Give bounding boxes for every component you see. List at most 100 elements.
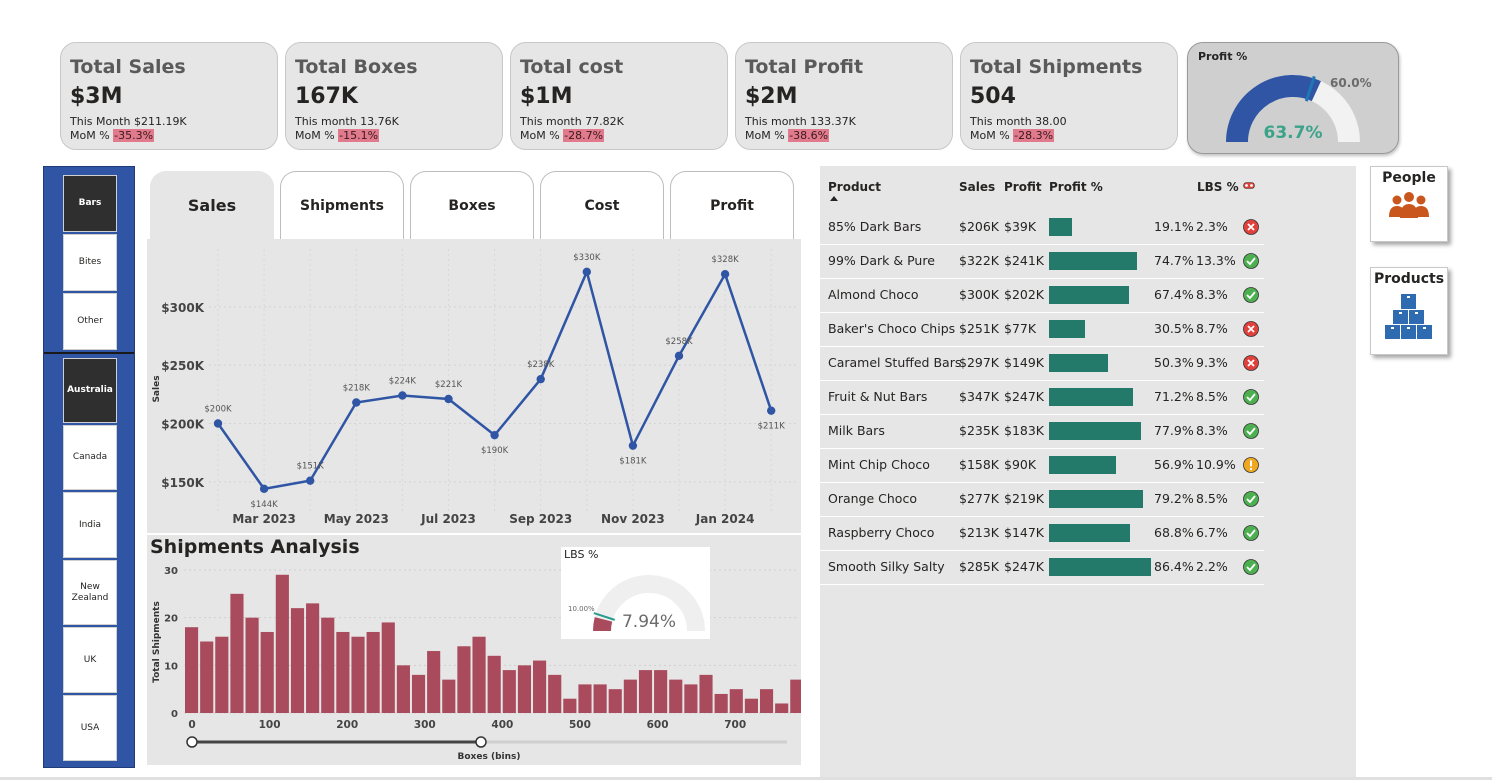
- country-slicer-india[interactable]: India: [63, 492, 117, 558]
- col-header-product[interactable]: Product: [828, 180, 881, 194]
- cell-product: Orange Choco: [828, 491, 917, 506]
- sales-data-label: $238K: [527, 360, 555, 370]
- profit-pct-bar: [1049, 320, 1085, 338]
- y-tick-label: $250K: [161, 359, 204, 373]
- tab-shipments[interactable]: Shipments: [280, 171, 404, 239]
- cell-lbs: 13.3%: [1196, 253, 1236, 268]
- profit-pct-bar: [1049, 558, 1151, 576]
- country-slicer-uk[interactable]: UK: [63, 627, 117, 693]
- shipment-bar: [185, 627, 199, 713]
- shipment-bar: [396, 665, 410, 713]
- tab-cost[interactable]: Cost: [540, 171, 664, 239]
- kpi-value: $1M: [520, 84, 573, 109]
- category-slicer-other[interactable]: Other: [63, 293, 117, 350]
- table-row[interactable]: Orange Choco $277K $219K 79.2% 8.5%: [820, 482, 1264, 517]
- kpi-title: Total Boxes: [295, 56, 418, 78]
- cell-sales: $322K: [959, 253, 1000, 268]
- sales-data-label: $328K: [711, 255, 739, 265]
- table-row[interactable]: Caramel Stuffed Bars $297K $149K 50.3% 9.3%: [820, 346, 1264, 381]
- shipment-bar: [790, 679, 804, 713]
- shipment-bar: [608, 689, 622, 713]
- shipment-bar: [381, 622, 395, 713]
- cell-profit-pct: 30.5%: [1154, 321, 1194, 336]
- table-row[interactable]: Milk Bars $235K $183K 77.9% 8.3%: [820, 414, 1264, 449]
- sales-data-label: $211K: [758, 422, 786, 432]
- kpi-title: Total cost: [520, 56, 624, 78]
- table-row[interactable]: 99% Dark & Pure $322K $241K 74.7% 13.3%: [820, 244, 1264, 279]
- cell-product: Almond Choco: [828, 287, 919, 302]
- sales-point: [628, 441, 638, 450]
- profit-pct-bar: [1049, 422, 1141, 440]
- cell-sales: $300K: [959, 287, 1000, 302]
- profit-pct-bar: [1049, 218, 1072, 236]
- shipment-bar: [638, 670, 653, 713]
- range-slider-min-handle[interactable]: [186, 736, 198, 748]
- y-axis-title: Sales: [152, 375, 162, 402]
- table-row[interactable]: 85% Dark Bars $206K $39K 19.1% 2.3%: [820, 210, 1264, 245]
- kpi-card-0: Total Sales $3M This Month $211.19K MoM % -…: [60, 42, 278, 150]
- shipment-bar: [533, 660, 547, 713]
- lbs-gauge-value: 7.94%: [622, 612, 676, 632]
- profit-pct-bar: [1049, 524, 1131, 542]
- kpi-mom: MoM % -15.1%: [295, 129, 502, 143]
- shipment-bar: [684, 684, 698, 713]
- table-row[interactable]: Mint Chip Choco $158K $90K 56.9% 10.9%: [820, 448, 1264, 483]
- shipment-bar: [729, 689, 743, 713]
- col-header-profit[interactable]: Profit: [1004, 180, 1042, 194]
- cell-sales: $285K: [959, 559, 1000, 574]
- table-row[interactable]: Baker's Choco Chips $251K $77K 30.5% 8.7%: [820, 312, 1264, 347]
- people-nav-button[interactable]: People: [1370, 166, 1448, 242]
- slicer-divider: [44, 352, 134, 354]
- x-axis-title: Boxes (bins): [458, 752, 521, 762]
- table-row[interactable]: Smooth Silky Salty $285K $247K 86.4% 2.2%: [820, 550, 1264, 585]
- kpi-mom-value: -28.7%: [563, 129, 605, 142]
- col-header-lbs[interactable]: LBS %: [1197, 180, 1239, 194]
- shipment-bar: [623, 679, 637, 713]
- range-slider-max-handle[interactable]: [475, 736, 487, 748]
- cell-profit-pct: 68.8%: [1154, 525, 1194, 540]
- shipment-bar: [472, 636, 486, 713]
- tab-profit[interactable]: Profit: [670, 171, 794, 239]
- country-slicer-new-zealand[interactable]: New Zealand: [63, 560, 117, 625]
- table-row[interactable]: Raspberry Choco $213K $147K 68.8% 6.7%: [820, 516, 1264, 551]
- boxes-icon: [1385, 294, 1432, 339]
- x-tick-label: 600: [647, 719, 669, 731]
- shipment-bar: [714, 693, 728, 713]
- kpi-title: Total Shipments: [970, 56, 1143, 78]
- x-tick-label: Jul 2023: [420, 512, 476, 526]
- shipment-bar: [548, 674, 562, 713]
- kpi-value: $3M: [70, 84, 123, 109]
- cell-product: Baker's Choco Chips: [828, 321, 956, 336]
- y-tick-label: 0: [171, 709, 178, 720]
- cell-profit: $219K: [1004, 491, 1045, 506]
- country-slicer-canada[interactable]: Canada: [63, 425, 117, 490]
- products-nav-button[interactable]: Products: [1370, 267, 1448, 355]
- x-tick-label: 200: [336, 719, 358, 731]
- sales-chart-panel: $300K $250K $200K $150K Mar 2023 May 2023 Jul …: [147, 239, 801, 533]
- status-check-icon: [1243, 287, 1259, 303]
- y-tick-label: $150K: [161, 476, 204, 490]
- country-slicer-usa[interactable]: USA: [63, 695, 117, 761]
- x-tick-label: 400: [491, 719, 513, 731]
- cell-profit: $183K: [1004, 423, 1045, 438]
- cell-profit-pct: 67.4%: [1154, 287, 1194, 302]
- country-slicer-australia[interactable]: Australia: [63, 358, 117, 423]
- table-row[interactable]: Almond Choco $300K $202K 67.4% 8.3%: [820, 278, 1264, 313]
- x-tick-label: 300: [414, 719, 436, 731]
- shipment-bar: [306, 603, 320, 713]
- kpi-value: 167K: [295, 84, 358, 109]
- cell-sales: $213K: [959, 525, 1000, 540]
- category-slicer-bars[interactable]: Bars: [63, 175, 117, 232]
- sales-data-label: $258K: [665, 337, 693, 347]
- col-header-sales[interactable]: Sales: [959, 180, 995, 194]
- tab-sales[interactable]: Sales: [150, 171, 274, 239]
- tab-boxes[interactable]: Boxes: [410, 171, 534, 239]
- cell-profit: $147K: [1004, 525, 1045, 540]
- table-row[interactable]: Fruit & Nut Bars $347K $247K 71.2% 8.5%: [820, 380, 1264, 415]
- col-header-profit-pct[interactable]: Profit %: [1049, 180, 1103, 194]
- category-slicer-bites[interactable]: Bites: [63, 234, 117, 291]
- shipment-bar: [578, 684, 592, 713]
- product-table: Product Sales Profit Profit % LBS % 85% …: [820, 166, 1356, 778]
- status-x-icon: [1243, 355, 1259, 371]
- cell-lbs: 10.9%: [1196, 457, 1236, 472]
